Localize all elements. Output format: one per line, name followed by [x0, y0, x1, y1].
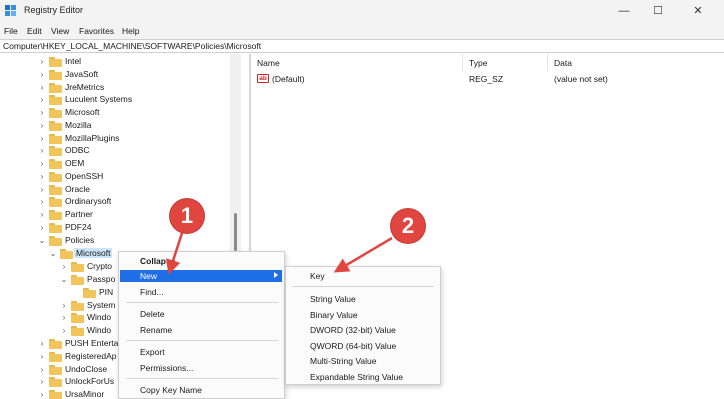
maximize-button[interactable]: ☐: [644, 2, 672, 20]
menu-item-permissions[interactable]: Permissions...: [140, 363, 193, 373]
chevron-right-icon[interactable]: ›: [38, 106, 46, 119]
value-row-name[interactable]: (Default): [272, 74, 305, 84]
submenu-item-binary-value[interactable]: Binary Value: [310, 310, 358, 320]
chevron-right-icon[interactable]: ›: [38, 170, 46, 183]
registry-editor-icon: [5, 5, 16, 16]
folder-icon: [49, 172, 62, 182]
submenu-item-multi-string-value[interactable]: Multi-String Value: [310, 356, 376, 366]
chevron-right-icon[interactable]: ›: [38, 55, 46, 68]
chevron-right-icon[interactable]: ›: [38, 221, 46, 234]
chevron-right-icon[interactable]: ›: [38, 208, 46, 221]
submenu-item-qword-value[interactable]: QWORD (64-bit) Value: [310, 341, 396, 351]
menu-file[interactable]: File: [4, 26, 18, 36]
folder-icon: [49, 210, 62, 220]
chevron-down-icon[interactable]: ⌄: [38, 234, 46, 247]
chevron-right-icon[interactable]: ›: [38, 388, 46, 399]
folder-icon: [49, 121, 62, 131]
folder-icon: [49, 83, 62, 93]
submenu-item-string-value[interactable]: String Value: [310, 294, 356, 304]
value-row-data: (value not set): [554, 74, 608, 84]
menu-item-copy-key-name[interactable]: Copy Key Name: [140, 385, 202, 395]
callout-2: 2: [391, 209, 425, 243]
menu-edit[interactable]: Edit: [27, 26, 42, 36]
folder-icon: [49, 70, 62, 80]
chevron-right-icon[interactable]: ›: [38, 157, 46, 170]
folder-icon: [60, 249, 73, 259]
folder-icon: [49, 185, 62, 195]
menu-separator: [292, 286, 434, 287]
folder-icon: [49, 95, 62, 105]
column-header-name[interactable]: Name: [257, 58, 280, 68]
chevron-right-icon[interactable]: ›: [38, 119, 46, 132]
submenu-arrow-icon: [274, 272, 278, 278]
menu-separator: [126, 340, 278, 341]
chevron-right-icon[interactable]: ›: [38, 375, 46, 388]
folder-icon: [71, 301, 84, 311]
folder-icon: [71, 326, 84, 336]
menu-bar: File Edit View Favorites Help: [0, 22, 724, 39]
folder-icon: [71, 313, 84, 323]
value-row-type: REG_SZ: [469, 74, 504, 84]
folder-icon: [49, 377, 62, 387]
folder-icon: [49, 390, 62, 399]
folder-icon: [49, 146, 62, 156]
column-divider[interactable]: [547, 54, 548, 71]
chevron-right-icon[interactable]: ›: [38, 195, 46, 208]
column-header-type[interactable]: Type: [469, 58, 487, 68]
menu-favorites[interactable]: Favorites: [79, 26, 114, 36]
folder-icon: [49, 197, 62, 207]
minimize-button[interactable]: —: [610, 2, 638, 20]
chevron-right-icon[interactable]: ›: [38, 68, 46, 81]
chevron-right-icon[interactable]: ›: [38, 144, 46, 157]
folder-icon: [49, 339, 62, 349]
chevron-down-icon[interactable]: ⌄: [49, 247, 57, 260]
submenu-item-expandable-string-value[interactable]: Expandable String Value: [310, 372, 403, 382]
string-value-icon: ab: [257, 74, 269, 83]
chevron-down-icon[interactable]: ⌄: [60, 273, 68, 286]
window-title: Registry Editor: [24, 5, 84, 15]
menu-help[interactable]: Help: [122, 26, 139, 36]
folder-icon: [49, 108, 62, 118]
menu-item-collapse[interactable]: Collapse: [140, 256, 175, 266]
menu-item-find[interactable]: Find...: [140, 287, 164, 297]
chevron-right-icon[interactable]: ›: [38, 350, 46, 363]
folder-icon: [71, 275, 84, 285]
folder-icon: [49, 236, 62, 246]
folder-icon: [83, 288, 96, 298]
folder-icon: [71, 262, 84, 272]
submenu-item-key[interactable]: Key: [310, 271, 325, 281]
menu-item-rename[interactable]: Rename: [140, 325, 172, 335]
chevron-right-icon[interactable]: ›: [60, 260, 68, 273]
chevron-right-icon[interactable]: ›: [38, 93, 46, 106]
column-divider[interactable]: [462, 54, 463, 71]
title-bar: Registry Editor — ☐ ✕: [0, 0, 724, 22]
folder-icon: [49, 57, 62, 67]
tree-scrollbar-thumb[interactable]: [234, 213, 237, 251]
folder-icon: [49, 159, 62, 169]
callout-1: 1: [170, 199, 204, 233]
close-button[interactable]: ✕: [684, 2, 712, 20]
chevron-right-icon[interactable]: ›: [60, 311, 68, 324]
column-header-data[interactable]: Data: [554, 58, 572, 68]
folder-icon: [49, 134, 62, 144]
folder-icon: [49, 352, 62, 362]
menu-separator: [126, 302, 278, 303]
menu-item-export[interactable]: Export: [140, 347, 165, 357]
submenu-item-dword-value[interactable]: DWORD (32-bit) Value: [310, 325, 396, 335]
address-bar[interactable]: Computer\HKEY_LOCAL_MACHINE\SOFTWARE\Pol…: [0, 39, 724, 53]
menu-item-delete[interactable]: Delete: [140, 309, 165, 319]
address-path[interactable]: Computer\HKEY_LOCAL_MACHINE\SOFTWARE\Pol…: [3, 41, 261, 51]
menu-item-new[interactable]: New: [140, 271, 157, 281]
folder-icon: [49, 223, 62, 233]
folder-icon: [49, 365, 62, 375]
menu-separator: [126, 378, 278, 379]
menu-view[interactable]: View: [51, 26, 69, 36]
chevron-right-icon[interactable]: ›: [38, 337, 46, 350]
chevron-right-icon[interactable]: ›: [60, 324, 68, 337]
